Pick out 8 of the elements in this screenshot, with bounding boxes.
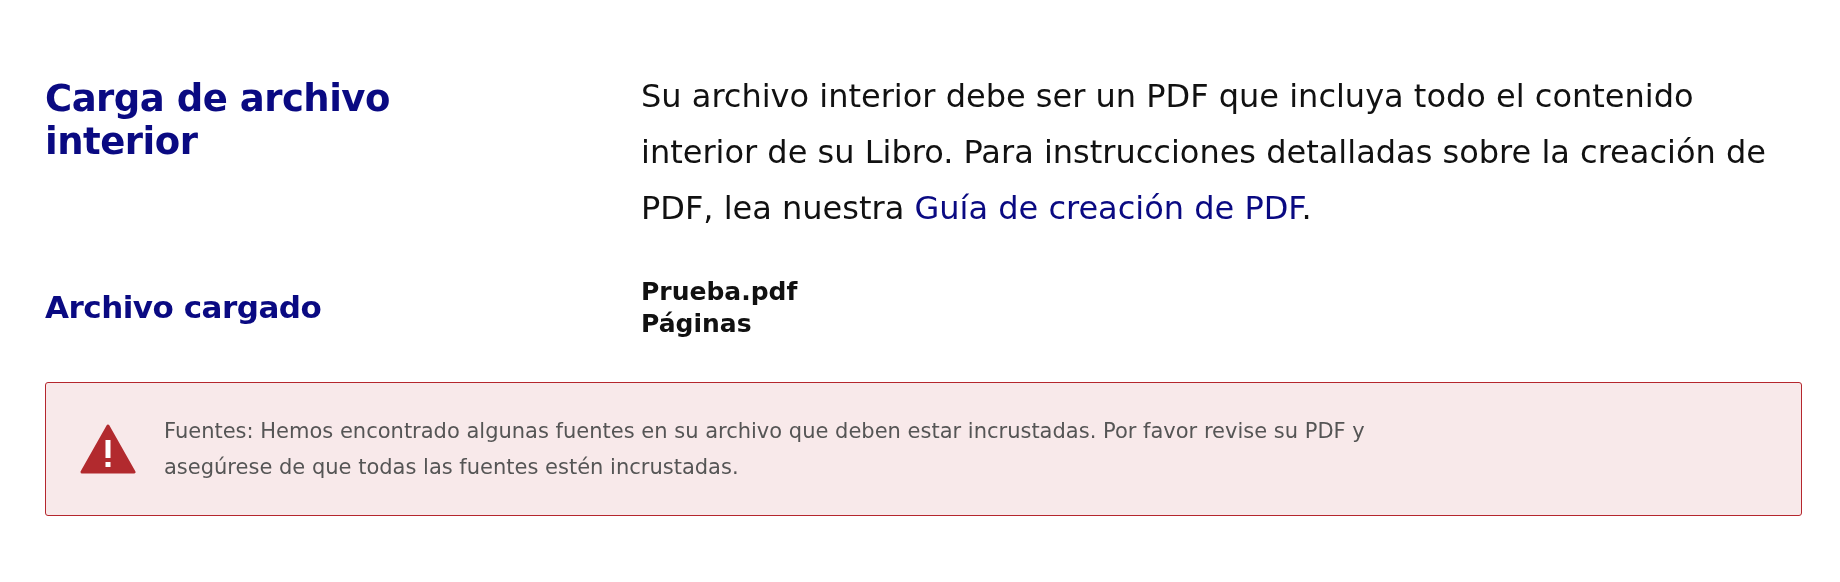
- file-info-text: Prueba.pdf: [641, 276, 799, 308]
- file-info-text: Páginas: [641, 308, 753, 340]
- guide-link[interactable]: Guía de creación de PDF: [914, 189, 1302, 227]
- alert-message: Fuentes: Hemos encontrado algunas fuentes en su archivo que deben estar incrustadas. Por favor revise su PDF y asegúrese de que todas las fuentes estén incrustadas.: [164, 418, 1366, 481]
- description-text: Su archivo interior debe ser un PDF que incluya todo el contenido interior de su Libro. Para instrucciones detalladas sobre la creación de PDF, lea nuestra Guía de creación de PDF.: [641, 76, 1767, 229]
- warning-icon: [80, 424, 136, 474]
- section-heading: Archivo cargado: [45, 290, 323, 326]
- section-heading: Carga de archivo interior: [45, 78, 391, 164]
